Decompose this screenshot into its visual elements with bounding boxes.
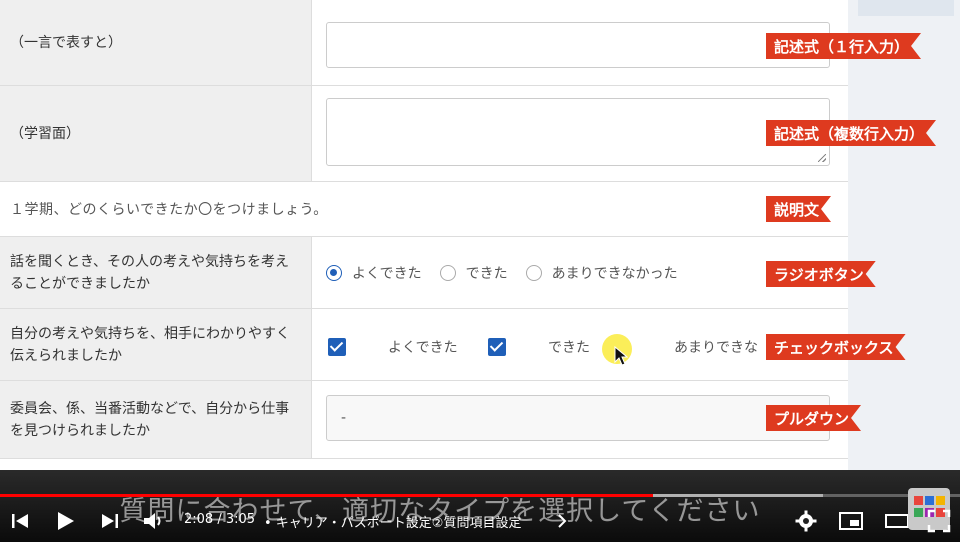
annotation-tag-radio: ラジオボタン <box>766 261 876 287</box>
radio-label: あまりできなかった <box>551 265 678 282</box>
dropdown-select[interactable]: - <box>326 395 830 441</box>
progress-played <box>0 494 653 497</box>
progress-buffered <box>653 494 823 497</box>
question-label: （一言で表すと） <box>0 0 312 85</box>
chevron-right-icon[interactable] <box>556 512 568 530</box>
checkbox-label: よくできた <box>388 340 458 356</box>
form-row-long-answer: （学習面） <box>0 86 848 182</box>
checkbox-label: あまりできな <box>674 340 758 356</box>
progress-bar[interactable] <box>0 494 960 497</box>
question-label: （学習面） <box>0 86 312 181</box>
form-row-checkbox: 自分の考えや気持ちを、相手にわかりやすく伝えられましたか よくできた できた あ… <box>0 309 848 381</box>
miniplayer-icon[interactable] <box>838 509 864 533</box>
annotation-tag-short-text: 記述式（１行入力） <box>766 33 921 59</box>
question-label: 話を聞くとき、その人の考えや気持ちを考えることができましたか <box>0 237 312 308</box>
form-row-short-answer: （一言で表すと） <box>0 0 848 86</box>
checkbox-label: できた <box>548 340 590 356</box>
side-panel <box>848 0 960 470</box>
question-label: 委員会、係、当番活動などで、自分から仕事を見つけられましたか <box>0 381 312 458</box>
radio-label: できた <box>465 265 508 282</box>
volume-icon[interactable] <box>142 509 164 533</box>
multi-line-textarea[interactable] <box>326 98 830 166</box>
annotation-tag-checkbox: チェックボックス <box>766 334 906 360</box>
resize-handle-icon[interactable] <box>818 154 826 162</box>
description-text: １学期、どのくらいできたか〇をつけましょう。 <box>10 202 328 218</box>
chapter-title[interactable]: • キャリア・パスポート設定②質問項目設定 <box>264 512 521 531</box>
radio-group: よくできた できた あまりできなかった <box>326 237 696 308</box>
theater-icon[interactable] <box>884 509 910 533</box>
time-display: 2:08 / 3:05 <box>184 512 256 527</box>
checkbox-option-1[interactable] <box>328 338 346 356</box>
form-row-select: 委員会、係、当番活動などで、自分から仕事を見つけられましたか - <box>0 381 848 459</box>
checkbox-option-2[interactable] <box>488 338 506 356</box>
fullscreen-icon[interactable] <box>926 508 952 534</box>
single-line-input[interactable] <box>326 22 830 68</box>
radio-label: よくできた <box>352 265 422 282</box>
questionnaire-form: （一言で表すと） （学習面） １学期、どのくらいできたか〇をつけましょう。 話を… <box>0 0 848 470</box>
radio-option-3[interactable] <box>525 264 542 281</box>
mouse-pointer-icon <box>614 346 628 366</box>
question-label: 自分の考えや気持ちを、相手にわかりやすく伝えられましたか <box>0 309 312 380</box>
annotation-tag-long-text: 記述式（複数行入力） <box>766 120 936 146</box>
annotation-tag-dropdown: プルダウン <box>766 405 861 431</box>
radio-option-1[interactable] <box>326 264 342 281</box>
play-icon[interactable] <box>54 509 76 533</box>
settings-icon[interactable] <box>794 509 818 533</box>
side-panel-bar <box>858 0 954 16</box>
form-row-radio: 話を聞くとき、その人の考えや気持ちを考えることができましたか よくできた できた… <box>0 237 848 309</box>
prev-icon[interactable] <box>10 509 30 533</box>
next-icon[interactable] <box>100 509 120 533</box>
form-row-description: １学期、どのくらいできたか〇をつけましょう。 <box>0 182 848 237</box>
radio-option-2[interactable] <box>439 264 456 281</box>
